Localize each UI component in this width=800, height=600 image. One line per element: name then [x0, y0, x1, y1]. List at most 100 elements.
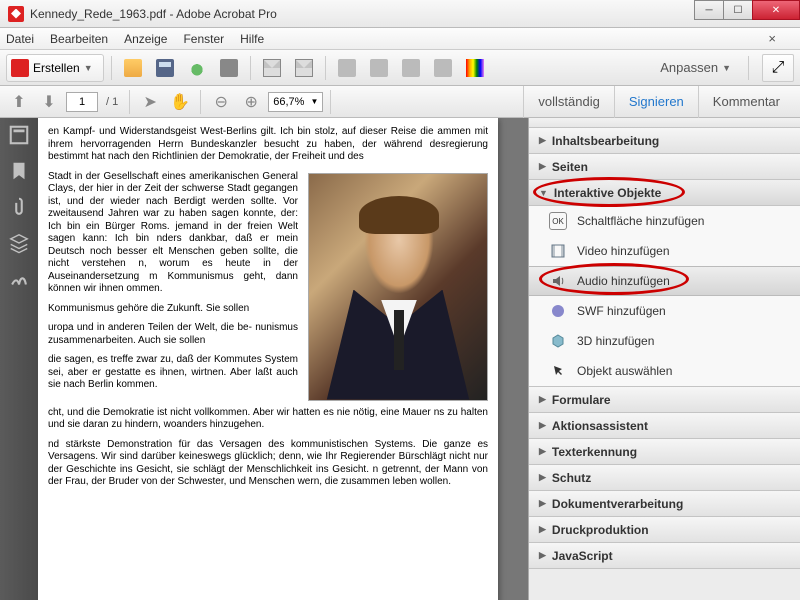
stamp-icon: [402, 59, 420, 77]
chevron-down-icon: ▼: [84, 63, 93, 73]
add-button-item[interactable]: OK Schaltfläche hinzufügen: [529, 206, 800, 236]
select-tool[interactable]: ➤: [137, 89, 163, 115]
multimedia-icon: [434, 59, 452, 77]
menubar: Datei Bearbeiten Anzeige Fenster Hilfe ×: [0, 28, 800, 50]
customize-button[interactable]: Anpassen ▼: [650, 60, 741, 75]
section-inhaltsbearbeitung[interactable]: ▶Inhaltsbearbeitung: [529, 128, 800, 154]
maximize-button[interactable]: ☐: [723, 0, 753, 20]
folder-icon: [124, 59, 142, 77]
doc-text: nd stärkste Demonstration für das Versag…: [48, 439, 488, 489]
save-icon: [156, 59, 174, 77]
section-interaktive-objekte[interactable]: ▼ Interaktive Objekte: [529, 180, 800, 206]
pdf-icon: [8, 6, 24, 22]
export-icon: [338, 59, 356, 77]
zoom-out-icon: ⊖: [215, 92, 228, 112]
open-button[interactable]: [119, 54, 147, 82]
triangle-down-icon: ▼: [539, 188, 548, 198]
multimedia-button[interactable]: [429, 54, 457, 82]
triangle-right-icon: ▶: [539, 446, 546, 457]
section-schutz[interactable]: ▶Schutz: [529, 465, 800, 491]
add-3d-item[interactable]: 3D hinzufügen: [529, 326, 800, 356]
arrow-up-icon: ⬆: [12, 92, 25, 112]
create-icon: [11, 59, 29, 77]
next-page-button[interactable]: ⬇: [36, 89, 62, 115]
triangle-right-icon: ▶: [539, 394, 546, 405]
section-druckproduktion[interactable]: ▶Druckproduktion: [529, 517, 800, 543]
envelope-icon: [295, 59, 313, 77]
add-audio-item[interactable]: Audio hinzufügen: [529, 266, 800, 296]
section-javascript[interactable]: ▶JavaScript: [529, 543, 800, 569]
cloud-button[interactable]: [183, 54, 211, 82]
menu-bearbeiten[interactable]: Bearbeiten: [50, 32, 108, 46]
layers-icon[interactable]: [8, 232, 30, 254]
window-title: Kennedy_Rede_1963.pdf - Adobe Acrobat Pr…: [30, 7, 277, 21]
triangle-right-icon: ▶: [539, 472, 546, 483]
section-dokumentverarbeitung[interactable]: ▶Dokumentverarbeitung: [529, 491, 800, 517]
tools-tab[interactable]: vollständig: [523, 86, 613, 118]
stamp-button[interactable]: [397, 54, 425, 82]
triangle-right-icon: ▶: [539, 524, 546, 535]
page-number-input[interactable]: [66, 92, 98, 112]
close-button[interactable]: ✕: [752, 0, 800, 20]
section-formulare[interactable]: ▶Formulare: [529, 387, 800, 413]
page-total: / 1: [106, 96, 118, 108]
zoom-select[interactable]: 66,7% ▼: [268, 92, 323, 112]
print-button[interactable]: [215, 54, 243, 82]
fullscreen-button[interactable]: ⤢: [762, 54, 794, 82]
export-button[interactable]: [333, 54, 361, 82]
zoom-in-button[interactable]: ⊕: [238, 89, 264, 115]
triangle-right-icon: ▶: [539, 498, 546, 509]
zoom-out-button[interactable]: ⊖: [208, 89, 234, 115]
toolbar-primary: Erstellen ▼ Anpassen ▼ ⤢: [0, 50, 800, 86]
window-controls: ─ ☐ ✕: [695, 0, 800, 20]
select-object-item[interactable]: Objekt auswählen: [529, 356, 800, 386]
cloud-icon: [188, 59, 206, 77]
swf-icon: [549, 302, 567, 320]
bookmarks-icon[interactable]: [8, 160, 30, 182]
customize-label: Anpassen: [660, 60, 718, 75]
section-texterkennung[interactable]: ▶Texterkennung: [529, 439, 800, 465]
create-button[interactable]: Erstellen ▼: [6, 54, 104, 82]
mail-button[interactable]: [258, 54, 286, 82]
tools-panel: ▶Inhaltsbearbeitung ▶Seiten ▼ Interaktiv…: [528, 118, 800, 600]
arrow-down-icon: ⬇: [42, 92, 55, 112]
section-seiten[interactable]: ▶Seiten: [529, 154, 800, 180]
zoom-value: 66,7%: [273, 96, 304, 108]
menu-fenster[interactable]: Fenster: [183, 32, 224, 46]
create-label: Erstellen: [33, 61, 80, 75]
main-area: en Kampf- und Widerstandsgeist West-Berl…: [0, 118, 800, 600]
share-button[interactable]: [290, 54, 318, 82]
left-nav: [0, 118, 38, 600]
triangle-right-icon: ▶: [539, 420, 546, 431]
chevron-down-icon: ▼: [722, 63, 731, 73]
speaker-icon: [549, 272, 567, 290]
attachments-icon[interactable]: [8, 196, 30, 218]
menu-anzeige[interactable]: Anzeige: [124, 32, 167, 46]
menu-hilfe[interactable]: Hilfe: [240, 32, 264, 46]
doc-text: en Kampf- und Widerstandsgeist West-Berl…: [48, 126, 488, 164]
kennedy-portrait: [308, 173, 488, 401]
expand-icon: ⤢: [772, 59, 785, 77]
thumbnails-icon[interactable]: [8, 124, 30, 146]
interactive-objects-submenu: OK Schaltfläche hinzufügen Video hinzufü…: [529, 206, 800, 387]
sign-tab[interactable]: Signieren: [614, 86, 698, 118]
comment-tab[interactable]: Kommentar: [698, 86, 794, 118]
minimize-button[interactable]: ─: [694, 0, 724, 20]
edit-button[interactable]: [365, 54, 393, 82]
rainbow-icon: [466, 59, 484, 77]
add-video-item[interactable]: Video hinzufügen: [529, 236, 800, 266]
titlebar: Kennedy_Rede_1963.pdf - Adobe Acrobat Pr…: [0, 0, 800, 28]
menu-datei[interactable]: Datei: [6, 32, 34, 46]
save-button[interactable]: [151, 54, 179, 82]
add-swf-item[interactable]: SWF hinzufügen: [529, 296, 800, 326]
document-viewport[interactable]: en Kampf- und Widerstandsgeist West-Berl…: [38, 118, 528, 600]
signature-nav-icon[interactable]: [8, 268, 30, 290]
prev-page-button[interactable]: ⬆: [6, 89, 32, 115]
ok-badge-icon: OK: [549, 212, 567, 230]
hand-tool[interactable]: ✋: [167, 89, 193, 115]
section-aktionsassistent[interactable]: ▶Aktionsassistent: [529, 413, 800, 439]
doc-text: cht, und die Demokratie ist nicht vollko…: [48, 407, 488, 432]
doc-close-button[interactable]: ×: [768, 31, 776, 46]
color-button[interactable]: [461, 54, 489, 82]
triangle-right-icon: ▶: [539, 161, 546, 172]
